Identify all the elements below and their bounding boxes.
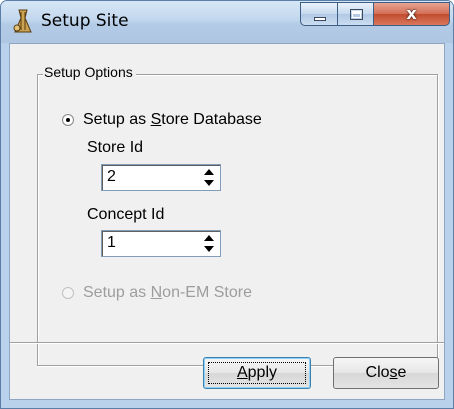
store-id-decrement-button[interactable] xyxy=(200,178,218,188)
apply-button[interactable]: Apply xyxy=(203,357,311,389)
window-title: Setup Site xyxy=(41,11,129,31)
radio-non-em-store-label: Setup as Non-EM Store xyxy=(83,284,252,301)
close-window-button[interactable]: x xyxy=(373,2,450,26)
arrow-up-icon xyxy=(204,235,214,241)
maximize-icon xyxy=(350,9,363,20)
group-legend: Setup Options xyxy=(43,64,136,80)
store-id-spin-buttons xyxy=(200,167,218,188)
caption-buttons: x xyxy=(300,2,450,26)
store-id-input[interactable]: 2 xyxy=(107,168,116,186)
setup-site-window: Setup Site x Setup Options Setup as Stor… xyxy=(0,0,454,409)
arrow-up-icon xyxy=(204,169,214,175)
close-icon: x xyxy=(406,4,417,23)
concept-id-spinner[interactable]: 1 xyxy=(101,230,221,257)
concept-id-spin-buttons xyxy=(200,233,218,254)
minimize-icon xyxy=(314,17,326,21)
maximize-button[interactable] xyxy=(337,2,374,26)
close-button[interactable]: Close xyxy=(333,357,439,389)
focus-rectangle xyxy=(208,362,306,384)
dialog-client-area: Setup Options Setup as Store Database St… xyxy=(9,43,445,400)
minimize-button[interactable] xyxy=(300,2,338,26)
store-id-label: Store Id xyxy=(87,139,144,156)
store-id-spinner[interactable]: 2 xyxy=(101,164,221,191)
app-icon xyxy=(13,9,32,33)
button-area-separator xyxy=(10,342,444,344)
concept-id-decrement-button[interactable] xyxy=(200,244,218,254)
radio-store-database[interactable]: Setup as Store Database xyxy=(62,111,262,129)
radio-store-database-indicator[interactable] xyxy=(62,114,74,126)
store-id-increment-button[interactable] xyxy=(200,167,218,177)
radio-non-em-store[interactable]: Setup as Non-EM Store xyxy=(62,284,252,302)
arrow-down-icon xyxy=(204,180,214,186)
radio-non-em-store-indicator[interactable] xyxy=(62,287,74,299)
concept-id-label: Concept Id xyxy=(87,206,165,223)
radio-store-database-label: Setup as Store Database xyxy=(83,111,262,128)
concept-id-increment-button[interactable] xyxy=(200,233,218,243)
arrow-down-icon xyxy=(204,246,214,252)
title-bar[interactable]: Setup Site x xyxy=(1,1,453,43)
concept-id-input[interactable]: 1 xyxy=(107,234,116,252)
close-button-label: Close xyxy=(365,364,407,381)
